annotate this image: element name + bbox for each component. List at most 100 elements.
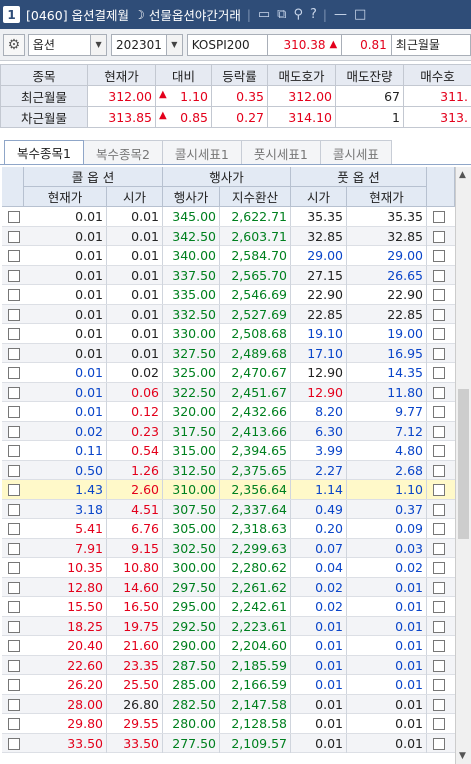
table-row[interactable]: 0.02 0.23 317.50 2,413.66 6.30 7.12 — [2, 421, 455, 441]
call-row-checkbox[interactable] — [8, 542, 20, 555]
restore-icon[interactable]: ▭ — [258, 7, 270, 22]
put-row-checkbox[interactable] — [433, 542, 445, 555]
month-select[interactable]: 202301 — [111, 33, 167, 56]
put-row-checkbox[interactable] — [433, 425, 445, 438]
call-row-checkbox[interactable] — [8, 679, 20, 691]
table-row[interactable]: 26.20 25.50 285.00 2,166.59 0.01 0.01 — [2, 675, 455, 695]
table-row[interactable]: 0.01 0.01 330.00 2,508.68 19.10 19.00 — [2, 324, 455, 344]
table-row[interactable]: 0.01 0.01 345.00 2,622.71 35.35 35.35 — [2, 207, 455, 227]
put-row-checkbox[interactable] — [433, 367, 445, 379]
table-row[interactable]: 0.01 0.01 327.50 2,489.68 17.10 16.95 — [2, 343, 455, 363]
call-row-checkbox[interactable] — [8, 250, 20, 262]
call-row-checkbox[interactable] — [8, 718, 20, 730]
table-row[interactable]: 3.18 4.51 307.50 2,337.64 0.49 0.37 — [2, 499, 455, 519]
table-row[interactable]: 10.35 10.80 300.00 2,280.62 0.04 0.02 — [2, 558, 455, 578]
pin-icon[interactable]: ⚲ — [293, 7, 303, 22]
table-row[interactable]: 0.01 0.01 342.50 2,603.71 32.85 32.85 — [2, 226, 455, 246]
call-row-checkbox[interactable] — [8, 308, 20, 321]
table-row[interactable]: 18.25 19.75 292.50 2,223.61 0.01 0.01 — [2, 616, 455, 636]
put-row-checkbox[interactable] — [433, 406, 445, 418]
call-row-checkbox[interactable] — [8, 464, 20, 477]
put-row-checkbox[interactable] — [433, 347, 445, 360]
put-row-checkbox[interactable] — [433, 289, 445, 301]
market-select[interactable]: 옵션 — [27, 33, 92, 56]
scroll-up-icon[interactable]: ▲ — [459, 170, 466, 180]
call-row-checkbox[interactable] — [8, 659, 20, 672]
table-row[interactable]: 0.01 0.01 337.50 2,565.70 27.15 26.65 — [2, 265, 455, 285]
put-row-checkbox[interactable] — [433, 698, 445, 711]
call-row-checkbox[interactable] — [8, 698, 20, 711]
put-row-checkbox[interactable] — [433, 737, 445, 750]
put-row-checkbox[interactable] — [433, 503, 445, 516]
table-row[interactable]: 0.11 0.54 315.00 2,394.65 3.99 4.80 — [2, 441, 455, 461]
table-row[interactable]: 22.60 23.35 287.50 2,185.59 0.01 0.01 — [2, 655, 455, 675]
table-row[interactable]: 1.43 2.60 310.00 2,356.64 1.14 1.10 — [2, 480, 455, 500]
call-row-checkbox[interactable] — [8, 406, 20, 418]
put-row-checkbox[interactable] — [433, 601, 445, 613]
table-row[interactable]: 33.50 33.50 277.50 2,109.57 0.01 0.01 — [2, 733, 455, 753]
call-row-checkbox[interactable] — [8, 581, 20, 594]
call-row-checkbox[interactable] — [8, 503, 20, 516]
put-row-checkbox[interactable] — [433, 445, 445, 457]
put-row-checkbox[interactable] — [433, 250, 445, 262]
put-row-checkbox[interactable] — [433, 211, 445, 223]
chevron-down-icon[interactable]: ▼ — [91, 33, 108, 56]
scroll-down-icon[interactable]: ▼ — [459, 751, 466, 761]
table-row[interactable]: 29.80 29.55 280.00 2,128.58 0.01 0.01 — [2, 714, 455, 734]
put-row-checkbox[interactable] — [433, 581, 445, 594]
table-row[interactable]: 12.80 14.60 297.50 2,261.62 0.02 0.01 — [2, 577, 455, 597]
maximize-icon[interactable]: □ — [354, 7, 366, 22]
summary-row[interactable]: 차근월물 313.85 ▲ 0.85 0.27 314.10 1 313. — [0, 106, 471, 128]
put-row-checkbox[interactable] — [433, 230, 445, 243]
put-row-checkbox[interactable] — [433, 562, 445, 574]
table-row[interactable]: 15.50 16.50 295.00 2,242.61 0.02 0.01 — [2, 597, 455, 617]
call-row-checkbox[interactable] — [8, 367, 20, 379]
put-row-checkbox[interactable] — [433, 523, 445, 535]
tab-put-quote-1[interactable]: 풋시세표1 — [241, 140, 321, 164]
call-row-checkbox[interactable] — [8, 328, 20, 340]
put-row-checkbox[interactable] — [433, 620, 445, 633]
minimize-icon[interactable]: — — [334, 7, 347, 22]
table-row[interactable]: 0.50 1.26 312.50 2,375.65 2.27 2.68 — [2, 460, 455, 480]
put-row-checkbox[interactable] — [433, 464, 445, 477]
table-row[interactable]: 0.01 0.01 340.00 2,584.70 29.00 29.00 — [2, 246, 455, 266]
put-row-checkbox[interactable] — [433, 386, 445, 399]
tab-call-quote[interactable]: 콜시세표 — [320, 140, 392, 164]
call-row-checkbox[interactable] — [8, 445, 20, 457]
call-row-checkbox[interactable] — [8, 425, 20, 438]
call-row-checkbox[interactable] — [8, 347, 20, 360]
tab-call-quote-1[interactable]: 콜시세표1 — [162, 140, 242, 164]
table-row[interactable]: 0.01 0.01 335.00 2,546.69 22.90 22.90 — [2, 285, 455, 305]
call-row-checkbox[interactable] — [8, 230, 20, 243]
put-row-checkbox[interactable] — [433, 679, 445, 691]
vertical-scrollbar[interactable]: ▲ ▼ — [455, 167, 471, 764]
table-row[interactable]: 0.01 0.06 322.50 2,451.67 12.90 11.80 — [2, 382, 455, 402]
call-row-checkbox[interactable] — [8, 289, 20, 301]
put-row-checkbox[interactable] — [433, 640, 445, 652]
put-row-checkbox[interactable] — [433, 328, 445, 340]
summary-row[interactable]: 최근월물 312.00 ▲ 1.10 0.35 312.00 67 311. — [0, 85, 471, 107]
put-row-checkbox[interactable] — [433, 718, 445, 730]
table-row[interactable]: 0.01 0.12 320.00 2,432.66 8.20 9.77 — [2, 402, 455, 422]
gear-icon[interactable]: ⚙ — [3, 33, 25, 56]
tab-multi-1[interactable]: 복수종목1 — [4, 140, 84, 164]
call-row-checkbox[interactable] — [8, 620, 20, 633]
table-row[interactable]: 28.00 26.80 282.50 2,147.58 0.01 0.01 — [2, 694, 455, 714]
put-row-checkbox[interactable] — [433, 484, 445, 496]
call-row-checkbox[interactable] — [8, 269, 20, 282]
tab-multi-2[interactable]: 복수종목2 — [83, 140, 163, 164]
put-row-checkbox[interactable] — [433, 659, 445, 672]
call-row-checkbox[interactable] — [8, 386, 20, 399]
table-row[interactable]: 7.91 9.15 302.50 2,299.63 0.07 0.03 — [2, 538, 455, 558]
call-row-checkbox[interactable] — [8, 601, 20, 613]
put-row-checkbox[interactable] — [433, 308, 445, 321]
call-row-checkbox[interactable] — [8, 211, 20, 223]
call-row-checkbox[interactable] — [8, 562, 20, 574]
call-row-checkbox[interactable] — [8, 484, 20, 496]
chevron-down-icon[interactable]: ▼ — [166, 33, 183, 56]
call-row-checkbox[interactable] — [8, 737, 20, 750]
table-row[interactable]: 0.01 0.02 325.00 2,470.67 12.90 14.35 — [2, 363, 455, 383]
put-row-checkbox[interactable] — [433, 269, 445, 282]
scroll-thumb[interactable] — [458, 389, 469, 539]
table-row[interactable]: 5.41 6.76 305.00 2,318.63 0.20 0.09 — [2, 519, 455, 539]
